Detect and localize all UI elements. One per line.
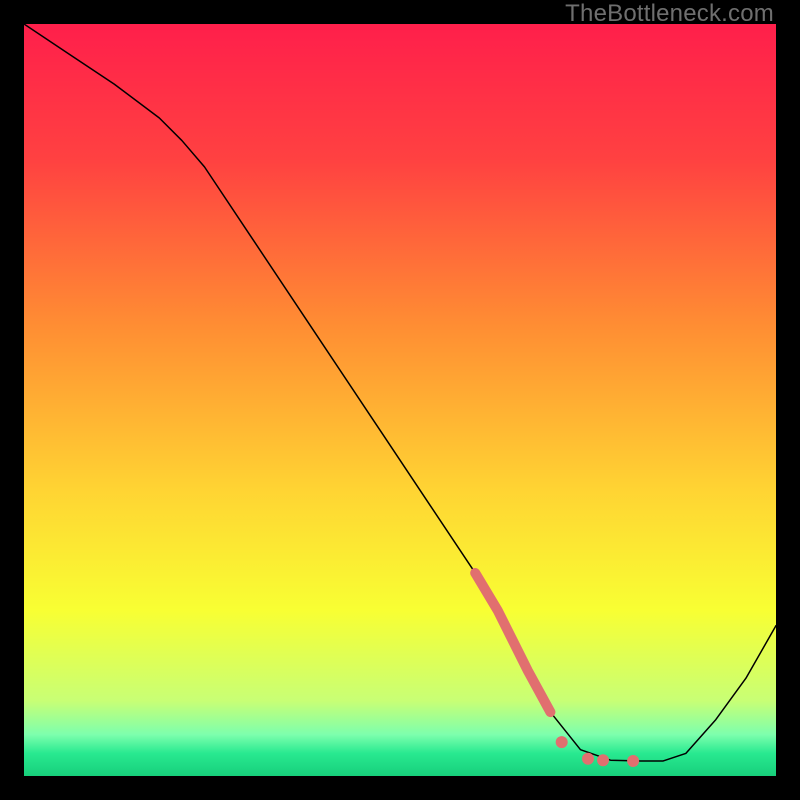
highlight-dot bbox=[627, 755, 639, 767]
highlight-dot bbox=[556, 736, 568, 748]
bottleneck-chart bbox=[24, 24, 776, 776]
highlight-dot bbox=[582, 753, 594, 765]
watermark-label: TheBottleneck.com bbox=[565, 0, 774, 28]
gradient-background bbox=[24, 24, 776, 776]
chart-frame bbox=[24, 24, 776, 776]
highlight-dot bbox=[597, 754, 609, 766]
